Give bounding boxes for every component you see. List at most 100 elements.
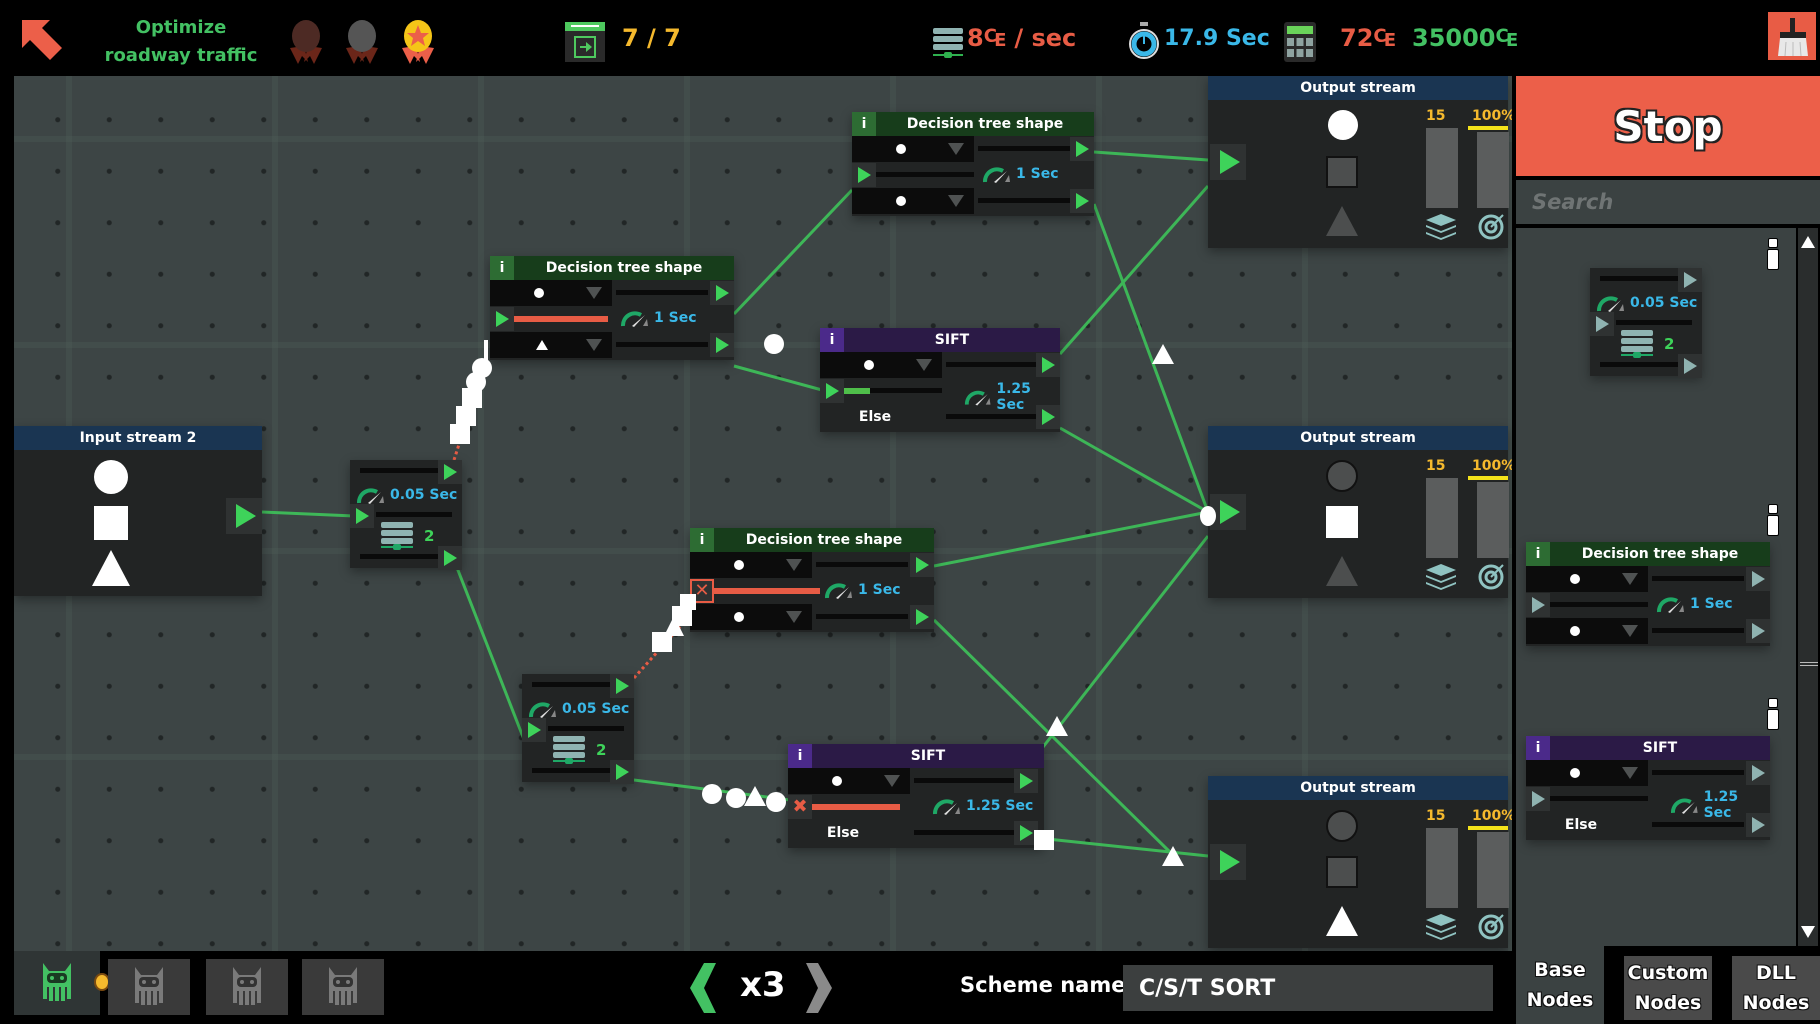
circle-token [702, 784, 722, 804]
shape-select-top[interactable] [690, 552, 812, 578]
output-port-bottom[interactable] [1070, 189, 1094, 213]
node-title: Decision tree shape [745, 532, 903, 548]
speed-decrease-button[interactable] [690, 963, 716, 1013]
output-port-top[interactable] [710, 281, 734, 305]
input-stream-node[interactable]: Input stream 2 [14, 426, 262, 596]
tab-dll-nodes[interactable]: DLL Nodes [1732, 956, 1820, 1020]
output-port-bottom[interactable] [710, 333, 734, 357]
bot-slot[interactable] [108, 959, 190, 1015]
input-port[interactable] [490, 307, 514, 331]
output-port[interactable] [226, 498, 262, 534]
info-button[interactable]: i [490, 256, 514, 280]
delay-node[interactable]: 0.05 Sec 2 [522, 674, 634, 784]
shape-select-bottom[interactable] [490, 332, 612, 358]
top-bar: Optimize roadway traffic 7 / 7 8₠ / sec … [0, 0, 1820, 76]
else-label: Else [826, 825, 860, 841]
shape-select-top[interactable] [490, 280, 612, 306]
accuracy-indicator [1468, 126, 1508, 130]
bot-slot-active[interactable] [14, 951, 110, 1015]
palette-item-decision[interactable]: i Decision tree shape 1 Sec [1526, 542, 1770, 646]
circle-option-icon [734, 560, 744, 570]
accuracy-indicator [1468, 476, 1508, 480]
bot-slot[interactable] [302, 959, 384, 1015]
output-port-else[interactable] [1036, 405, 1060, 429]
delay-node[interactable]: 0.05 Sec 2 [350, 460, 462, 570]
info-button[interactable]: i [852, 112, 876, 136]
tab-custom-nodes[interactable]: Custom Nodes [1624, 956, 1712, 1020]
speed-gauge-icon [1597, 296, 1624, 312]
output-port-top[interactable] [438, 460, 462, 484]
speed-gauge-icon [933, 799, 960, 815]
triangle-token [1162, 846, 1184, 866]
robot-octopus-icon [233, 967, 261, 1005]
info-icon[interactable] [1766, 698, 1779, 730]
item-count: 15 [1426, 458, 1446, 474]
accuracy-percent: 100% [1472, 808, 1512, 824]
decision-tree-node[interactable]: i Decision tree shape 1 Sec [490, 256, 734, 360]
speed-increase-button[interactable] [806, 963, 832, 1013]
input-port[interactable] [350, 504, 374, 528]
sift-node[interactable]: i SIFT 1.25 Sec Else [820, 328, 1060, 432]
output-port-top[interactable] [1070, 137, 1094, 161]
scroll-down-icon[interactable] [1801, 926, 1815, 938]
output-port-bottom[interactable] [438, 546, 462, 570]
output-port-bottom[interactable] [910, 605, 934, 629]
output-port-match [1746, 761, 1770, 785]
output-port-top[interactable] [910, 553, 934, 577]
server-icon [553, 736, 585, 764]
else-label: Else [1564, 817, 1598, 833]
input-port[interactable] [1210, 844, 1246, 880]
budget: 35000₠ [1412, 24, 1518, 52]
search-input[interactable] [1516, 180, 1820, 224]
back-arrow-icon[interactable] [20, 18, 64, 62]
clear-scheme-button[interactable] [1768, 12, 1816, 60]
output-port-bottom[interactable] [610, 760, 634, 784]
output-port-match[interactable] [1014, 769, 1038, 793]
shape-select-bottom[interactable] [690, 604, 812, 630]
output-stream-node[interactable]: Output stream 15 100% [1208, 426, 1512, 598]
palette-tabs: Base Nodes Custom Nodes DLL Nodes [1512, 946, 1820, 1024]
shape-select-top[interactable] [852, 136, 974, 162]
decision-tree-node[interactable]: i Decision tree shape ✕ 1 Sec [690, 528, 934, 632]
blocked-input-icon[interactable]: ✖ [788, 795, 812, 819]
output-port-match[interactable] [1036, 353, 1060, 377]
scroll-thumb[interactable] [1800, 662, 1818, 666]
scheme-name-input[interactable] [1123, 965, 1493, 1011]
scheme-cost: 72₠ [1340, 24, 1396, 52]
scroll-up-icon[interactable] [1801, 236, 1815, 248]
info-button[interactable]: i [1526, 736, 1550, 760]
info-icon[interactable] [1766, 504, 1779, 536]
speed-label: 0.05 Sec [562, 701, 630, 717]
scheme-canvas[interactable]: Input stream 2 0.05 Sec 2 0.05 Sec 2 i D… [14, 76, 1512, 951]
shape-select[interactable] [788, 768, 910, 794]
output-stream-node[interactable]: Output stream 15 100% [1208, 776, 1512, 948]
triangle-token [1046, 716, 1068, 736]
accuracy-indicator [1468, 826, 1508, 830]
output-port-top [1678, 268, 1702, 292]
palette-scrollbar[interactable] [1798, 228, 1818, 946]
info-icon[interactable] [1766, 238, 1779, 270]
input-port[interactable] [522, 718, 546, 742]
palette-item-sift[interactable]: i SIFT 1.25 Sec Else [1526, 736, 1770, 840]
info-button[interactable]: i [820, 328, 844, 352]
palette-item-delay[interactable]: 0.05 Sec 2 [1590, 268, 1702, 378]
accuracy-percent: 100% [1472, 458, 1512, 474]
decision-tree-node[interactable]: i Decision tree shape 1 Sec [852, 112, 1094, 216]
input-port[interactable] [1210, 144, 1246, 180]
input-port[interactable] [820, 379, 844, 403]
info-button[interactable]: i [1526, 542, 1550, 566]
input-port[interactable] [852, 163, 876, 187]
sift-node[interactable]: i SIFT ✖ 1.25 Sec Else [788, 744, 1044, 848]
shape-select-bottom[interactable] [852, 188, 974, 214]
output-port-top[interactable] [610, 674, 634, 698]
info-button[interactable]: i [690, 528, 714, 552]
stop-button[interactable]: Stop [1516, 76, 1820, 176]
speed-gauge-icon [1657, 597, 1684, 613]
tab-base-nodes[interactable]: Base Nodes [1516, 946, 1604, 1024]
output-port-else [1746, 813, 1770, 837]
output-stream-node[interactable]: Output stream 15 100% [1208, 76, 1512, 248]
bot-slot[interactable] [206, 959, 288, 1015]
accuracy-percent: 100% [1472, 108, 1512, 124]
info-button[interactable]: i [788, 744, 812, 768]
shape-select[interactable] [820, 352, 942, 378]
